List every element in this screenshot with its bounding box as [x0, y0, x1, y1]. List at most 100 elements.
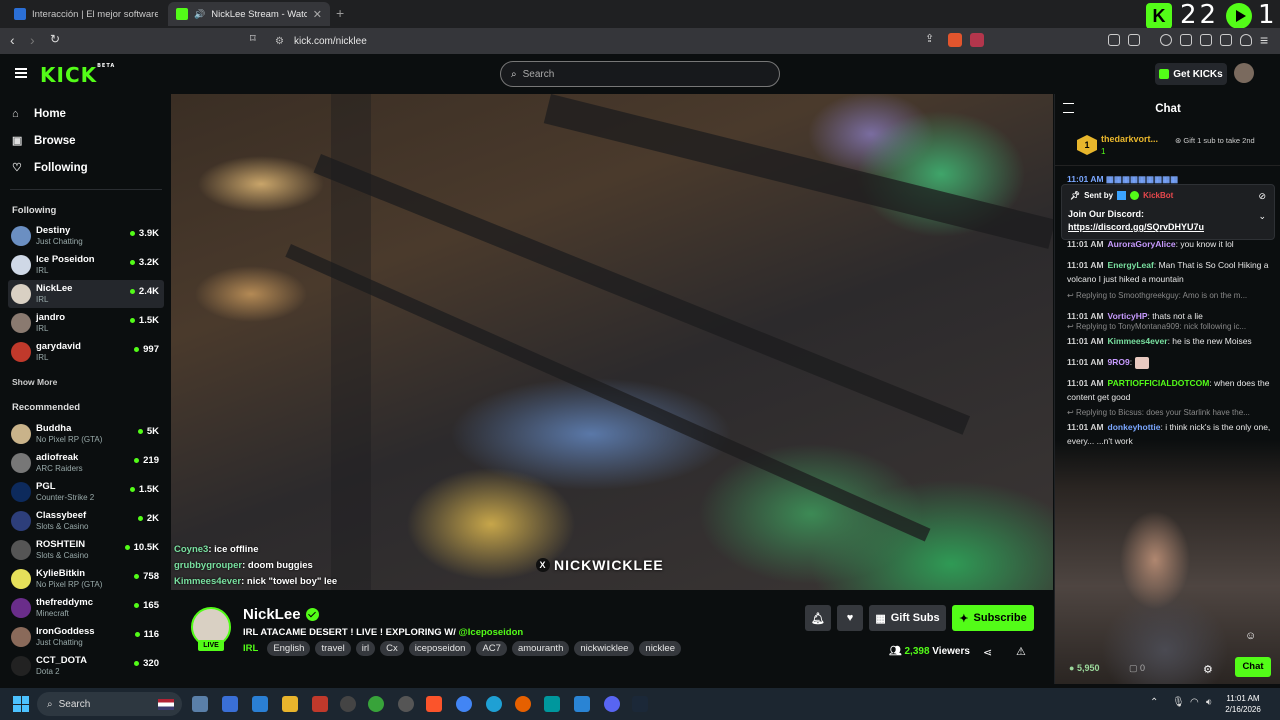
- stream-tag[interactable]: Cx: [380, 641, 404, 656]
- report-icon[interactable]: ⚠: [1016, 645, 1026, 658]
- firefox-icon[interactable]: [515, 696, 531, 712]
- show-more-link[interactable]: Show More: [12, 377, 57, 387]
- url-field[interactable]: ⚙ kick.com/nicklee: [245, 31, 995, 51]
- collapse-chat-icon[interactable]: [1063, 103, 1074, 113]
- chrome-variant-icon[interactable]: [368, 696, 384, 712]
- chrome-icon[interactable]: [456, 696, 472, 712]
- sidebar-channel[interactable]: PGL Counter-Strike 2 1.5K: [8, 478, 164, 506]
- extensions-icon[interactable]: [1108, 34, 1120, 46]
- browser-tab-nicklee[interactable]: 🔊 NickLee Stream - Watch Live ✕: [168, 2, 330, 26]
- sidebar-channel[interactable]: NickLee IRL 2.4K: [8, 280, 164, 308]
- search-input[interactable]: ⌕ Search: [500, 61, 780, 87]
- widgets-icon[interactable]: [192, 696, 208, 712]
- kick-logo[interactable]: KICKBETA: [40, 63, 115, 87]
- stream-tag[interactable]: AC7: [476, 641, 507, 656]
- brave-icon[interactable]: [426, 696, 442, 712]
- app-circle-icon[interactable]: [340, 696, 356, 712]
- sidebar-channel[interactable]: adiofreak ARC Raiders 219: [8, 449, 164, 477]
- chat-reply-context[interactable]: ↩ Replying to Smoothgreekguy: Amo is on …: [1067, 291, 1275, 300]
- brave-shields-icon[interactable]: [948, 33, 962, 47]
- nav-browse[interactable]: ▣ Browse: [12, 135, 76, 147]
- menu-icon[interactable]: ≡: [1260, 32, 1268, 48]
- volume-icon[interactable]: 🔉︎: [1206, 697, 1212, 708]
- chat-username[interactable]: EnergyLeaf: [1108, 260, 1154, 270]
- github-icon[interactable]: [398, 696, 414, 712]
- stream-tag[interactable]: nicklee: [639, 641, 681, 656]
- taskbar-search[interactable]: ⌕ Search: [37, 692, 182, 716]
- sidebar-channel[interactable]: Classybeef Slots & Casino 2K: [8, 507, 164, 535]
- gift-subs-button[interactable]: ▦ Gift Subs: [869, 605, 946, 631]
- stream-title-mention[interactable]: @Iceposeidon: [459, 627, 524, 638]
- video-player[interactable]: Coyne3: ice offline grubbygrouper: doom …: [171, 94, 1053, 590]
- chevron-up-icon[interactable]: ⌃: [1150, 697, 1158, 708]
- nav-following[interactable]: ♡ Following: [12, 162, 88, 174]
- leo-icon[interactable]: [1220, 34, 1232, 46]
- file-explorer-icon[interactable]: [282, 696, 298, 712]
- stream-tag[interactable]: amouranth: [511, 641, 570, 656]
- stream-tag[interactable]: iceposeidon: [408, 641, 472, 656]
- sidebar-channel[interactable]: Destiny Just Chatting 3.9K: [8, 222, 164, 250]
- pinned-bot-name[interactable]: KickBot: [1143, 191, 1173, 200]
- close-tab-icon[interactable]: ✕: [313, 8, 322, 21]
- app-icon[interactable]: [252, 696, 268, 712]
- leader-name[interactable]: thedarkvort...: [1101, 134, 1158, 144]
- unpin-icon[interactable]: ⊘: [1258, 191, 1266, 202]
- hamburger-menu-icon[interactable]: [15, 68, 27, 78]
- user-avatar[interactable]: [1234, 63, 1254, 83]
- stream-tag[interactable]: travel: [315, 641, 351, 656]
- sidebar-channel[interactable]: IronGoddess Just Chatting 116: [8, 623, 164, 651]
- discord-link[interactable]: https://discord.gg/SQrvDHYU7u: [1068, 222, 1204, 232]
- sidebar-channel[interactable]: KylieBitkin No Pixel RP (GTA) 758: [8, 565, 164, 593]
- chevron-down-icon[interactable]: ⌄: [1258, 211, 1266, 222]
- notification-bell-button[interactable]: 🔔︎: [805, 605, 831, 631]
- vscode-icon[interactable]: [574, 696, 590, 712]
- stream-tag[interactable]: irl: [355, 641, 376, 656]
- chat-reply-context[interactable]: ↩ Replying to Bicsus: does your Starlink…: [1067, 408, 1275, 417]
- sidebar-channel[interactable]: thefreddymc Minecraft 165: [8, 594, 164, 622]
- stream-category[interactable]: IRL: [243, 643, 258, 654]
- brave-rewards-icon[interactable]: [970, 33, 984, 47]
- new-tab-button[interactable]: +: [336, 5, 344, 21]
- send-chat-button[interactable]: Chat: [1235, 657, 1271, 677]
- emote-icon[interactable]: ☺: [1245, 630, 1256, 642]
- stream-tag[interactable]: nickwicklee: [574, 641, 635, 656]
- chat-username[interactable]: donkeyhottie: [1108, 422, 1161, 432]
- chat-settings-icon[interactable]: ⚙: [1203, 663, 1213, 676]
- discord-icon[interactable]: [604, 696, 620, 712]
- sidebar-channel[interactable]: CCT_DOTA Dota 2 320: [8, 652, 164, 680]
- back-icon[interactable]: ‹: [10, 32, 15, 48]
- streamer-name[interactable]: NickLee: [243, 606, 319, 623]
- sidebar-channel[interactable]: jandro IRL 1.5K: [8, 309, 164, 337]
- sidebar-channel[interactable]: Ice Poseidon IRL 3.2K: [8, 251, 164, 279]
- microphone-icon[interactable]: 🎙︎: [1172, 697, 1185, 708]
- vpn-icon[interactable]: [1240, 34, 1252, 46]
- sidebar-channel[interactable]: garydavid IRL 997: [8, 338, 164, 366]
- chat-username[interactable]: Kimmees4ever: [1108, 336, 1168, 346]
- sidebar-channel[interactable]: ROSHTEIN Slots & Casino 10.5K: [8, 536, 164, 564]
- chat-username[interactable]: PARTIOFFICIALDOTCOM: [1108, 378, 1210, 388]
- forward-icon[interactable]: ›: [30, 32, 35, 48]
- wifi-icon[interactable]: ◠: [1190, 697, 1199, 708]
- share-icon[interactable]: ⇪: [925, 32, 934, 45]
- nav-home[interactable]: ⌂ Home: [12, 108, 66, 120]
- chat-username[interactable]: VorticyHP: [1108, 311, 1148, 321]
- chat-username[interactable]: 9RO9: [1108, 357, 1130, 367]
- site-info-icon[interactable]: ⚙: [275, 36, 284, 47]
- sidebar-channel[interactable]: Buddha No Pixel RP (GTA) 5K: [8, 420, 164, 448]
- browser-tab-interaccion[interactable]: Interacción | El mejor software para p: [6, 2, 166, 26]
- gift-note[interactable]: ⊛ Gift 1 sub to take 2nd: [1175, 136, 1275, 145]
- chat-reply-context[interactable]: ↩ Replying to TonyMontana909: nick follo…: [1067, 322, 1275, 331]
- screenshot-icon[interactable]: [1128, 34, 1140, 46]
- stream-tag[interactable]: English: [267, 641, 311, 656]
- outlook-icon[interactable]: [222, 696, 238, 712]
- share-icon[interactable]: ⋖: [983, 646, 992, 659]
- netflix-icon[interactable]: [312, 696, 328, 712]
- subscribe-button[interactable]: ✦ Subscribe: [952, 605, 1034, 631]
- edge-icon[interactable]: [486, 696, 502, 712]
- wallet-icon[interactable]: [1200, 34, 1212, 46]
- get-kicks-button[interactable]: Get KICKs: [1155, 63, 1227, 85]
- taskbar-clock[interactable]: 11:01 AM 2/16/2026: [1222, 693, 1264, 715]
- reload-icon[interactable]: ↻: [50, 32, 60, 46]
- sidebar-icon[interactable]: [1180, 34, 1192, 46]
- media-icon[interactable]: [1160, 34, 1172, 46]
